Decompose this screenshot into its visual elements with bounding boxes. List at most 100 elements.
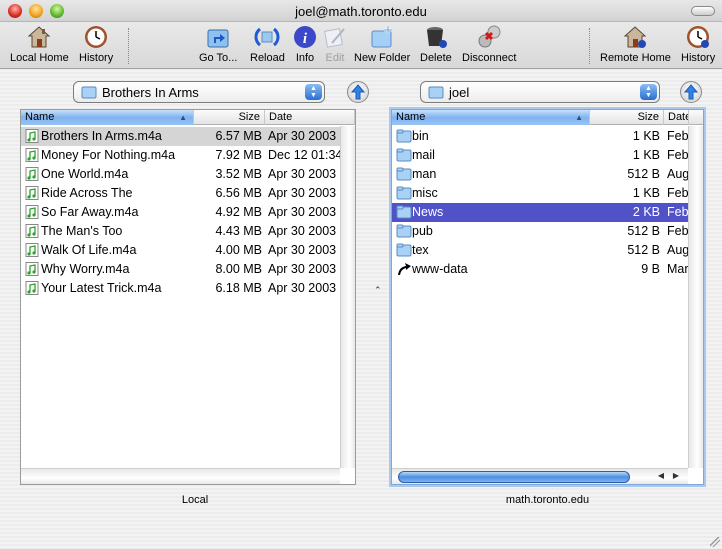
file-name: The Man's Too bbox=[41, 224, 123, 238]
file-name: misc bbox=[412, 186, 438, 200]
remote-file-row[interactable]: bin 1 KB Feb bbox=[392, 127, 688, 146]
folder-icon bbox=[396, 129, 412, 143]
audio-file-icon bbox=[25, 262, 39, 276]
local-file-row[interactable]: Why Worry.m4a 8.00 MB Apr 30 2003 bbox=[21, 260, 340, 279]
audio-file-icon bbox=[25, 148, 39, 162]
file-size: 6.56 MB bbox=[215, 186, 262, 200]
delete-button[interactable]: Delete bbox=[420, 24, 452, 64]
local-file-row[interactable]: Walk Of Life.m4a 4.00 MB Apr 30 2003 bbox=[21, 241, 340, 260]
history-local-button[interactable]: History bbox=[79, 24, 113, 64]
history-remote-button[interactable]: History bbox=[681, 24, 715, 64]
file-date: Aug bbox=[667, 167, 688, 181]
folder-icon bbox=[396, 205, 412, 219]
file-name: man bbox=[412, 167, 437, 181]
arrow-up-icon bbox=[351, 84, 365, 100]
remote-file-row[interactable]: pub 512 B Feb bbox=[392, 222, 688, 241]
disconnect-button[interactable]: Disconnect bbox=[462, 24, 516, 64]
remote-col-size[interactable]: Size bbox=[590, 110, 664, 125]
file-name: tex bbox=[412, 243, 429, 257]
file-date: Feb bbox=[667, 205, 688, 219]
split-divider-handle[interactable]: ⌃ bbox=[374, 285, 382, 296]
remote-clock-icon bbox=[685, 24, 711, 50]
local-file-row[interactable]: Ride Across The 6.56 MB Apr 30 2003 bbox=[21, 184, 340, 203]
audio-file-icon bbox=[25, 186, 39, 200]
remote-col-date[interactable]: Date bbox=[664, 110, 689, 125]
sort-ascending-icon: ▲ bbox=[179, 113, 187, 122]
file-date: Apr 30 2003 bbox=[268, 281, 337, 295]
local-horizontal-scrollbar[interactable] bbox=[21, 468, 340, 484]
reload-icon bbox=[254, 24, 280, 50]
remote-file-row[interactable]: News 2 KB Feb bbox=[392, 203, 688, 222]
local-pane-label: Local bbox=[181, 494, 209, 506]
file-date: Apr 30 2003 bbox=[268, 167, 337, 181]
local-col-date[interactable]: Date bbox=[265, 110, 355, 125]
local-file-row[interactable]: Your Latest Trick.m4a 6.18 MB Apr 30 2003 bbox=[21, 279, 340, 298]
folder-icon bbox=[396, 186, 412, 200]
local-file-list[interactable]: Name ▲ Size Date Brothers In Arms.m4a 6.5… bbox=[20, 109, 356, 485]
remote-file-row[interactable]: mail 1 KB Feb bbox=[392, 146, 688, 165]
toolbar-toggle-button[interactable] bbox=[691, 6, 715, 16]
remote-horizontal-scroll-thumb[interactable] bbox=[398, 471, 630, 483]
remote-home-button[interactable]: Remote Home bbox=[600, 24, 671, 64]
remote-col-name[interactable]: Name ▲ bbox=[392, 110, 590, 125]
new-folder-icon bbox=[369, 24, 395, 50]
local-file-row[interactable]: The Man's Too 4.43 MB Apr 30 2003 bbox=[21, 222, 340, 241]
scroll-left-arrow-icon[interactable]: ◀ bbox=[654, 471, 668, 483]
file-name: Your Latest Trick.m4a bbox=[41, 281, 162, 295]
remote-horizontal-scrollbar[interactable]: ◀ ▶ bbox=[392, 468, 688, 484]
file-size: 4.00 MB bbox=[215, 243, 262, 257]
file-date: Feb bbox=[667, 148, 688, 162]
remote-path-label: joel bbox=[449, 85, 470, 100]
file-size: 1 KB bbox=[632, 186, 660, 200]
local-file-row[interactable]: Brothers In Arms.m4a 6.57 MB Apr 30 2003 bbox=[21, 127, 340, 146]
file-size: 1 KB bbox=[632, 129, 660, 143]
local-parent-folder-button[interactable] bbox=[347, 81, 369, 103]
remote-pane-label: math.toronto.edu bbox=[505, 494, 590, 506]
remote-parent-folder-button[interactable] bbox=[680, 81, 702, 103]
file-date: Apr 30 2003 bbox=[268, 243, 337, 257]
remote-vertical-scrollbar[interactable] bbox=[688, 126, 703, 468]
local-vertical-scrollbar[interactable] bbox=[340, 126, 355, 468]
local-file-row[interactable]: Money For Nothing.m4a 7.92 MB Dec 12 01:34 bbox=[21, 146, 342, 165]
local-file-row[interactable]: So Far Away.m4a 4.92 MB Apr 30 2003 bbox=[21, 203, 340, 222]
local-col-name[interactable]: Name ▲ bbox=[21, 110, 194, 125]
local-column-header: Name ▲ Size Date bbox=[21, 110, 355, 125]
chevron-updown-icon: ▲ ▼ bbox=[305, 84, 322, 100]
new-folder-button[interactable]: New Folder bbox=[354, 24, 410, 64]
remote-path-popup[interactable]: joel ▲ ▼ bbox=[420, 81, 660, 103]
file-name: www-data bbox=[412, 262, 468, 276]
file-name: mail bbox=[412, 148, 435, 162]
audio-file-icon bbox=[25, 243, 39, 257]
remote-file-row[interactable]: www-data 9 B Mar bbox=[392, 260, 688, 279]
file-date: Apr 30 2003 bbox=[268, 129, 337, 143]
info-icon: i bbox=[292, 24, 318, 50]
file-size: 6.57 MB bbox=[215, 129, 262, 143]
file-name: pub bbox=[412, 224, 433, 238]
file-date: Feb bbox=[667, 224, 688, 238]
local-path-label: Brothers In Arms bbox=[102, 85, 199, 100]
info-button[interactable]: i Info bbox=[292, 24, 318, 64]
goto-folder-icon bbox=[205, 24, 231, 50]
local-col-size[interactable]: Size bbox=[194, 110, 265, 125]
reload-button[interactable]: Reload bbox=[250, 24, 285, 64]
file-date: Dec 12 01:34 bbox=[268, 148, 343, 162]
scroll-right-arrow-icon[interactable]: ▶ bbox=[669, 471, 683, 483]
remote-file-list[interactable]: Name ▲ Size Date bin 1 KB Feb mail 1 KB Feb ma… bbox=[391, 109, 704, 485]
title-bar: joel@math.toronto.edu bbox=[0, 0, 722, 22]
file-name: Walk Of Life.m4a bbox=[41, 243, 137, 257]
remote-file-row[interactable]: man 512 B Aug bbox=[392, 165, 688, 184]
local-home-button[interactable]: Local Home bbox=[10, 24, 69, 64]
audio-file-icon bbox=[25, 167, 39, 181]
go-to-button[interactable]: Go To... bbox=[199, 24, 237, 64]
local-path-popup[interactable]: Brothers In Arms ▲ ▼ bbox=[73, 81, 325, 103]
chevron-updown-icon: ▲ ▼ bbox=[640, 84, 657, 100]
file-date: Mar bbox=[667, 262, 688, 276]
local-file-row[interactable]: One World.m4a 3.52 MB Apr 30 2003 bbox=[21, 165, 340, 184]
remote-file-row[interactable]: tex 512 B Aug bbox=[392, 241, 688, 260]
edit-button[interactable]: Edit bbox=[322, 24, 348, 64]
file-name: Why Worry.m4a bbox=[41, 262, 130, 276]
remote-file-row[interactable]: misc 1 KB Feb bbox=[392, 184, 688, 203]
resize-grip-icon[interactable] bbox=[710, 537, 720, 547]
arrow-up-icon bbox=[684, 84, 698, 100]
file-date: Aug bbox=[667, 243, 688, 257]
